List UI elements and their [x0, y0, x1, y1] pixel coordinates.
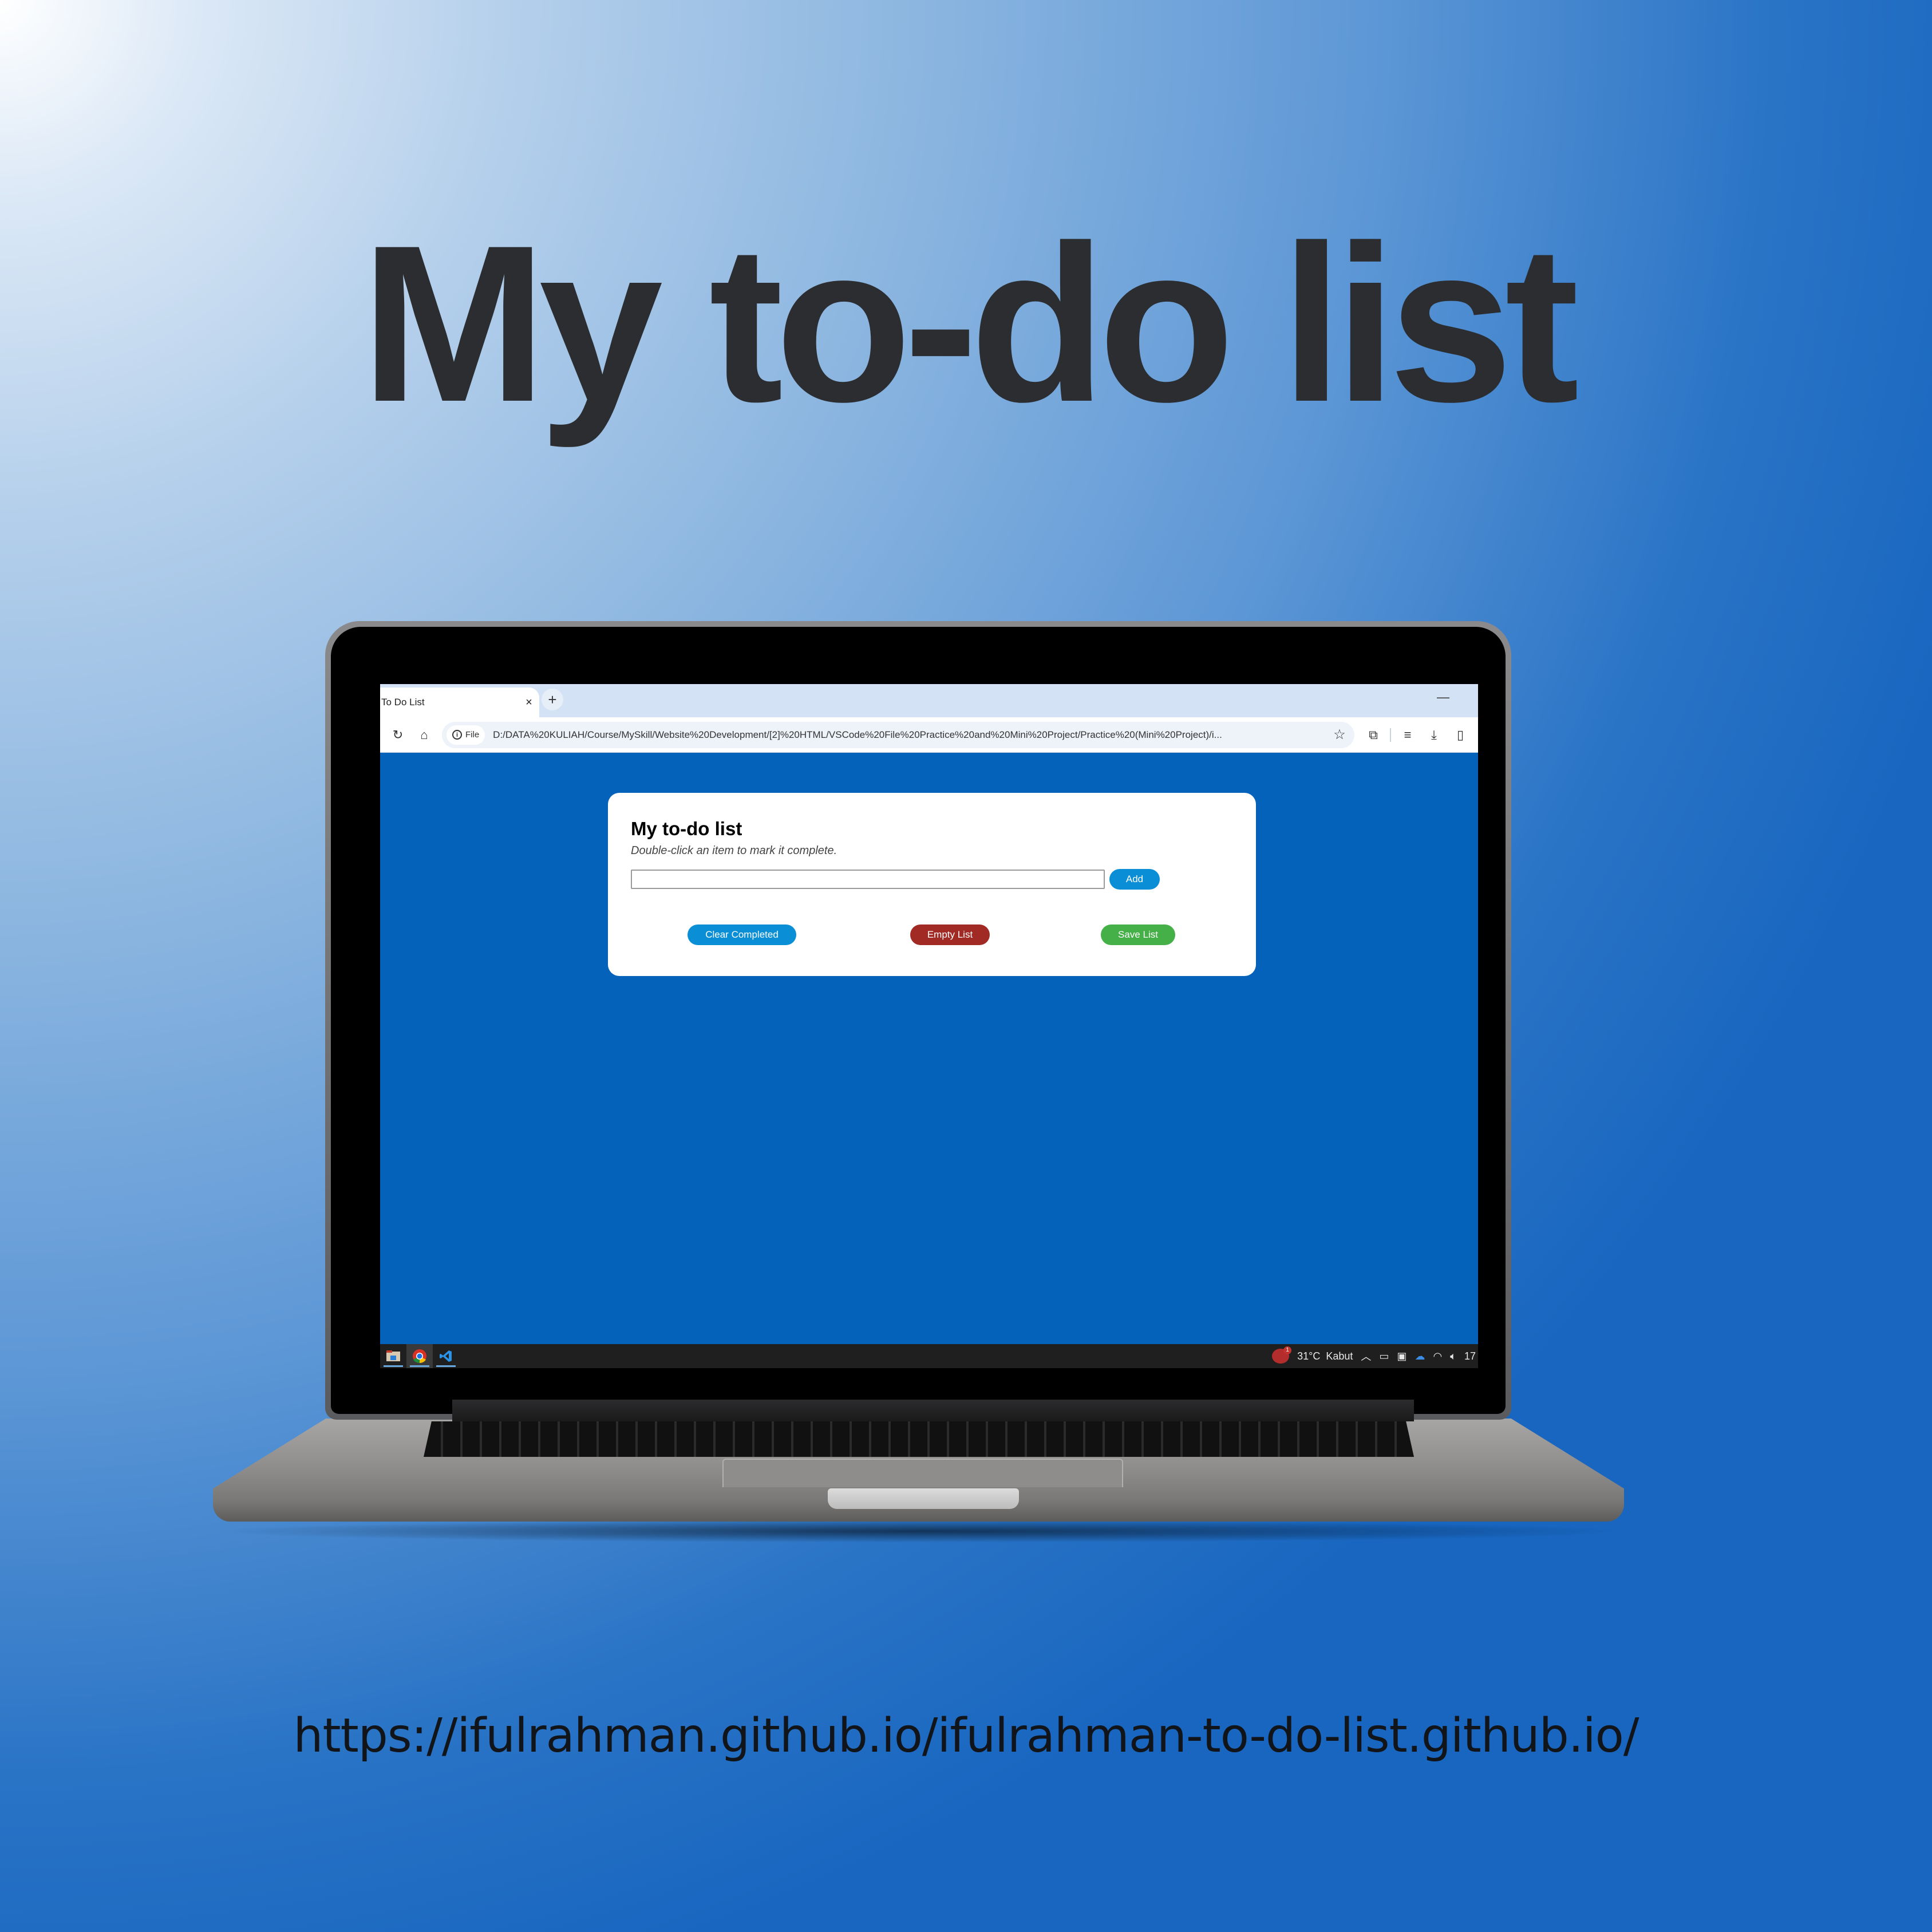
download-icon[interactable]: ⤓ [1421, 722, 1447, 748]
file-explorer-icon[interactable] [380, 1344, 406, 1368]
extensions-icon[interactable]: ⧉ [1360, 722, 1386, 748]
onedrive-icon[interactable]: ☁ [1415, 1350, 1425, 1362]
laptop-trackpad [722, 1459, 1123, 1487]
laptop-notch [828, 1488, 1019, 1509]
poster-headline: My to-do list [361, 199, 1579, 448]
info-icon: i [452, 730, 462, 740]
windows-taskbar: 1 31°C Kabut ︿ ▭ ▣ ☁ ◠ 🔈︎ 17 [380, 1344, 1478, 1368]
browser-tab-bar: To Do List × + — [380, 684, 1478, 717]
tab-title: To Do List [381, 697, 425, 708]
site-chip-label: File [465, 730, 480, 740]
camera-icon[interactable]: ▣ [1397, 1350, 1406, 1362]
clear-completed-button[interactable]: Clear Completed [688, 924, 796, 945]
volume-icon[interactable]: 🔈︎ [1450, 1350, 1456, 1362]
media-control-icon[interactable]: ≡ [1394, 722, 1421, 748]
chrome-icon[interactable] [406, 1344, 433, 1368]
wifi-icon[interactable]: ◠ [1433, 1350, 1442, 1362]
vscode-icon[interactable] [433, 1344, 459, 1368]
address-text[interactable]: D:/DATA%20KULIAH/Course/MySkill/Website%… [485, 729, 1329, 741]
add-button[interactable]: Add [1109, 869, 1160, 890]
side-panel-icon[interactable]: ▯ [1447, 722, 1473, 748]
save-list-button[interactable]: Save List [1101, 924, 1175, 945]
home-icon[interactable]: ⌂ [411, 722, 437, 748]
todo-hint: Double-click an item to mark it complete… [631, 844, 837, 857]
close-tab-icon[interactable]: × [519, 696, 539, 709]
reload-icon[interactable]: ↻ [385, 722, 411, 748]
battery-icon[interactable]: ▭ [1379, 1350, 1389, 1362]
weather-text[interactable]: 31°C Kabut [1297, 1350, 1353, 1362]
browser-tab[interactable]: To Do List × [380, 688, 539, 717]
new-tab-button[interactable]: + [542, 689, 563, 710]
clock[interactable]: 17 [1464, 1350, 1476, 1362]
web-page: My to-do list Double-click an item to ma… [380, 753, 1478, 1345]
laptop-hinge [452, 1400, 1414, 1421]
laptop-keyboard [424, 1421, 1414, 1457]
minimize-button[interactable]: — [1437, 690, 1449, 705]
address-bar[interactable]: i File D:/DATA%20KULIAH/Course/MySkill/W… [442, 721, 1354, 748]
system-tray: 1 31°C Kabut ︿ ▭ ▣ ☁ ◠ 🔈︎ 17 [1272, 1346, 1478, 1364]
chevron-up-icon[interactable]: ︿ [1361, 1349, 1371, 1364]
toolbar-divider [1390, 728, 1391, 742]
action-buttons: Clear Completed Empty List Save List [608, 924, 1256, 945]
laptop-bezel: To Do List × + — ↻ ⌂ i File D:/DATA%20KU… [331, 627, 1506, 1414]
site-info-chip[interactable]: i File [447, 725, 485, 745]
weather-badge-count: 1 [1283, 1346, 1292, 1354]
add-row: Add [631, 869, 1233, 890]
laptop-lid: To Do List × + — ↻ ⌂ i File D:/DATA%20KU… [325, 621, 1511, 1420]
laptop-shadow [206, 1520, 1631, 1543]
weather-icon[interactable]: 1 [1272, 1346, 1292, 1364]
empty-list-button[interactable]: Empty List [910, 924, 990, 945]
todo-title: My to-do list [631, 818, 742, 839]
todo-card: My to-do list Double-click an item to ma… [608, 793, 1256, 976]
project-url-caption: https://ifulrahman.github.io/ifulrahman-… [293, 1709, 1639, 1763]
laptop-screen: To Do List × + — ↻ ⌂ i File D:/DATA%20KU… [380, 684, 1478, 1368]
browser-toolbar: ↻ ⌂ i File D:/DATA%20KULIAH/Course/MySki… [380, 717, 1478, 753]
task-input[interactable] [631, 870, 1105, 889]
bookmark-star-icon[interactable]: ☆ [1329, 726, 1350, 743]
